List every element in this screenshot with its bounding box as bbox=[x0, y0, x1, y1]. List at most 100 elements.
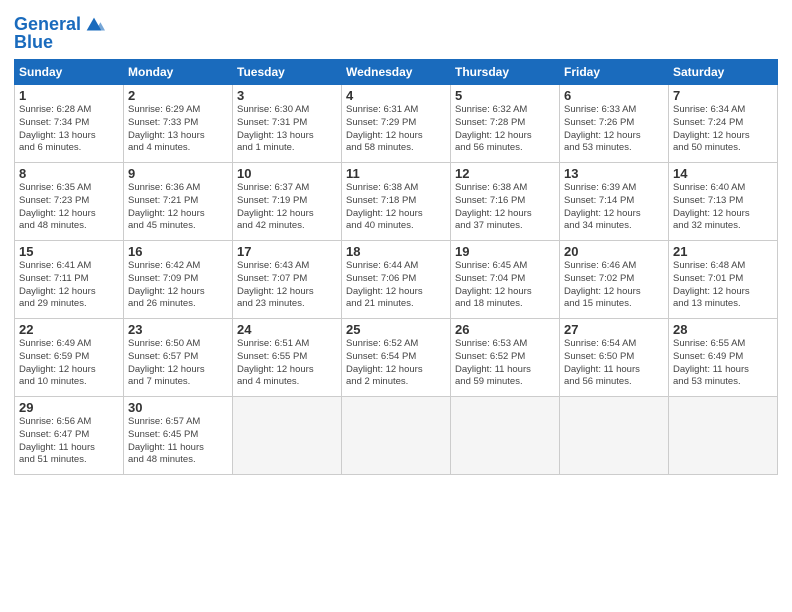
calendar-cell: 22Sunrise: 6:49 AMSunset: 6:59 PMDayligh… bbox=[15, 319, 124, 397]
calendar-cell: 1Sunrise: 6:28 AMSunset: 7:34 PMDaylight… bbox=[15, 85, 124, 163]
day-info: Sunrise: 6:32 AMSunset: 7:28 PMDaylight:… bbox=[455, 104, 555, 155]
calendar-cell: 15Sunrise: 6:41 AMSunset: 7:11 PMDayligh… bbox=[15, 241, 124, 319]
weekday-header-monday: Monday bbox=[124, 60, 233, 85]
calendar-cell bbox=[560, 397, 669, 475]
day-number: 10 bbox=[237, 166, 337, 181]
calendar-cell: 17Sunrise: 6:43 AMSunset: 7:07 PMDayligh… bbox=[233, 241, 342, 319]
weekday-header-thursday: Thursday bbox=[451, 60, 560, 85]
day-info: Sunrise: 6:50 AMSunset: 6:57 PMDaylight:… bbox=[128, 338, 228, 389]
week-row-5: 29Sunrise: 6:56 AMSunset: 6:47 PMDayligh… bbox=[15, 397, 778, 475]
day-info: Sunrise: 6:46 AMSunset: 7:02 PMDaylight:… bbox=[564, 260, 664, 311]
day-number: 28 bbox=[673, 322, 773, 337]
calendar-cell: 26Sunrise: 6:53 AMSunset: 6:52 PMDayligh… bbox=[451, 319, 560, 397]
day-number: 11 bbox=[346, 166, 446, 181]
calendar-cell: 19Sunrise: 6:45 AMSunset: 7:04 PMDayligh… bbox=[451, 241, 560, 319]
calendar-cell: 23Sunrise: 6:50 AMSunset: 6:57 PMDayligh… bbox=[124, 319, 233, 397]
calendar-cell bbox=[342, 397, 451, 475]
calendar-cell: 18Sunrise: 6:44 AMSunset: 7:06 PMDayligh… bbox=[342, 241, 451, 319]
calendar-cell: 28Sunrise: 6:55 AMSunset: 6:49 PMDayligh… bbox=[669, 319, 778, 397]
week-row-3: 15Sunrise: 6:41 AMSunset: 7:11 PMDayligh… bbox=[15, 241, 778, 319]
calendar-cell: 5Sunrise: 6:32 AMSunset: 7:28 PMDaylight… bbox=[451, 85, 560, 163]
weekday-header-sunday: Sunday bbox=[15, 60, 124, 85]
day-info: Sunrise: 6:30 AMSunset: 7:31 PMDaylight:… bbox=[237, 104, 337, 155]
day-number: 19 bbox=[455, 244, 555, 259]
calendar-body: 1Sunrise: 6:28 AMSunset: 7:34 PMDaylight… bbox=[15, 85, 778, 475]
calendar-cell: 16Sunrise: 6:42 AMSunset: 7:09 PMDayligh… bbox=[124, 241, 233, 319]
calendar-cell: 20Sunrise: 6:46 AMSunset: 7:02 PMDayligh… bbox=[560, 241, 669, 319]
day-number: 7 bbox=[673, 88, 773, 103]
weekday-header-saturday: Saturday bbox=[669, 60, 778, 85]
day-number: 21 bbox=[673, 244, 773, 259]
day-number: 14 bbox=[673, 166, 773, 181]
calendar-cell: 3Sunrise: 6:30 AMSunset: 7:31 PMDaylight… bbox=[233, 85, 342, 163]
day-number: 8 bbox=[19, 166, 119, 181]
day-info: Sunrise: 6:36 AMSunset: 7:21 PMDaylight:… bbox=[128, 182, 228, 233]
calendar-cell bbox=[233, 397, 342, 475]
day-number: 9 bbox=[128, 166, 228, 181]
calendar-cell: 8Sunrise: 6:35 AMSunset: 7:23 PMDaylight… bbox=[15, 163, 124, 241]
week-row-2: 8Sunrise: 6:35 AMSunset: 7:23 PMDaylight… bbox=[15, 163, 778, 241]
calendar-cell: 13Sunrise: 6:39 AMSunset: 7:14 PMDayligh… bbox=[560, 163, 669, 241]
day-info: Sunrise: 6:29 AMSunset: 7:33 PMDaylight:… bbox=[128, 104, 228, 155]
day-info: Sunrise: 6:45 AMSunset: 7:04 PMDaylight:… bbox=[455, 260, 555, 311]
day-number: 12 bbox=[455, 166, 555, 181]
day-number: 24 bbox=[237, 322, 337, 337]
day-info: Sunrise: 6:35 AMSunset: 7:23 PMDaylight:… bbox=[19, 182, 119, 233]
day-info: Sunrise: 6:42 AMSunset: 7:09 PMDaylight:… bbox=[128, 260, 228, 311]
calendar-table: SundayMondayTuesdayWednesdayThursdayFrid… bbox=[14, 59, 778, 475]
day-number: 18 bbox=[346, 244, 446, 259]
day-info: Sunrise: 6:33 AMSunset: 7:26 PMDaylight:… bbox=[564, 104, 664, 155]
day-info: Sunrise: 6:57 AMSunset: 6:45 PMDaylight:… bbox=[128, 416, 228, 467]
day-number: 20 bbox=[564, 244, 664, 259]
calendar-cell: 27Sunrise: 6:54 AMSunset: 6:50 PMDayligh… bbox=[560, 319, 669, 397]
logo: General Blue bbox=[14, 14, 105, 53]
page-container: General Blue SundayMondayTuesdayWednesda… bbox=[0, 0, 792, 483]
day-number: 6 bbox=[564, 88, 664, 103]
day-info: Sunrise: 6:53 AMSunset: 6:52 PMDaylight:… bbox=[455, 338, 555, 389]
day-number: 3 bbox=[237, 88, 337, 103]
day-number: 30 bbox=[128, 400, 228, 415]
day-number: 13 bbox=[564, 166, 664, 181]
calendar-cell: 7Sunrise: 6:34 AMSunset: 7:24 PMDaylight… bbox=[669, 85, 778, 163]
day-number: 1 bbox=[19, 88, 119, 103]
day-number: 15 bbox=[19, 244, 119, 259]
calendar-cell: 10Sunrise: 6:37 AMSunset: 7:19 PMDayligh… bbox=[233, 163, 342, 241]
day-info: Sunrise: 6:55 AMSunset: 6:49 PMDaylight:… bbox=[673, 338, 773, 389]
week-row-4: 22Sunrise: 6:49 AMSunset: 6:59 PMDayligh… bbox=[15, 319, 778, 397]
day-number: 5 bbox=[455, 88, 555, 103]
day-info: Sunrise: 6:48 AMSunset: 7:01 PMDaylight:… bbox=[673, 260, 773, 311]
calendar-cell: 25Sunrise: 6:52 AMSunset: 6:54 PMDayligh… bbox=[342, 319, 451, 397]
day-info: Sunrise: 6:49 AMSunset: 6:59 PMDaylight:… bbox=[19, 338, 119, 389]
calendar-cell: 12Sunrise: 6:38 AMSunset: 7:16 PMDayligh… bbox=[451, 163, 560, 241]
day-number: 29 bbox=[19, 400, 119, 415]
day-info: Sunrise: 6:38 AMSunset: 7:16 PMDaylight:… bbox=[455, 182, 555, 233]
weekday-header-row: SundayMondayTuesdayWednesdayThursdayFrid… bbox=[15, 60, 778, 85]
day-number: 2 bbox=[128, 88, 228, 103]
header: General Blue bbox=[14, 10, 778, 53]
day-info: Sunrise: 6:31 AMSunset: 7:29 PMDaylight:… bbox=[346, 104, 446, 155]
week-row-1: 1Sunrise: 6:28 AMSunset: 7:34 PMDaylight… bbox=[15, 85, 778, 163]
calendar-cell: 14Sunrise: 6:40 AMSunset: 7:13 PMDayligh… bbox=[669, 163, 778, 241]
day-info: Sunrise: 6:51 AMSunset: 6:55 PMDaylight:… bbox=[237, 338, 337, 389]
day-info: Sunrise: 6:43 AMSunset: 7:07 PMDaylight:… bbox=[237, 260, 337, 311]
weekday-header-wednesday: Wednesday bbox=[342, 60, 451, 85]
calendar-cell: 9Sunrise: 6:36 AMSunset: 7:21 PMDaylight… bbox=[124, 163, 233, 241]
day-number: 22 bbox=[19, 322, 119, 337]
calendar-cell: 4Sunrise: 6:31 AMSunset: 7:29 PMDaylight… bbox=[342, 85, 451, 163]
day-info: Sunrise: 6:37 AMSunset: 7:19 PMDaylight:… bbox=[237, 182, 337, 233]
day-info: Sunrise: 6:39 AMSunset: 7:14 PMDaylight:… bbox=[564, 182, 664, 233]
day-info: Sunrise: 6:54 AMSunset: 6:50 PMDaylight:… bbox=[564, 338, 664, 389]
calendar-cell: 21Sunrise: 6:48 AMSunset: 7:01 PMDayligh… bbox=[669, 241, 778, 319]
day-info: Sunrise: 6:41 AMSunset: 7:11 PMDaylight:… bbox=[19, 260, 119, 311]
day-number: 25 bbox=[346, 322, 446, 337]
day-number: 27 bbox=[564, 322, 664, 337]
calendar-cell: 11Sunrise: 6:38 AMSunset: 7:18 PMDayligh… bbox=[342, 163, 451, 241]
day-info: Sunrise: 6:28 AMSunset: 7:34 PMDaylight:… bbox=[19, 104, 119, 155]
weekday-header-friday: Friday bbox=[560, 60, 669, 85]
calendar-cell: 2Sunrise: 6:29 AMSunset: 7:33 PMDaylight… bbox=[124, 85, 233, 163]
day-info: Sunrise: 6:56 AMSunset: 6:47 PMDaylight:… bbox=[19, 416, 119, 467]
calendar-cell: 24Sunrise: 6:51 AMSunset: 6:55 PMDayligh… bbox=[233, 319, 342, 397]
calendar-cell: 6Sunrise: 6:33 AMSunset: 7:26 PMDaylight… bbox=[560, 85, 669, 163]
day-info: Sunrise: 6:52 AMSunset: 6:54 PMDaylight:… bbox=[346, 338, 446, 389]
calendar-cell: 29Sunrise: 6:56 AMSunset: 6:47 PMDayligh… bbox=[15, 397, 124, 475]
